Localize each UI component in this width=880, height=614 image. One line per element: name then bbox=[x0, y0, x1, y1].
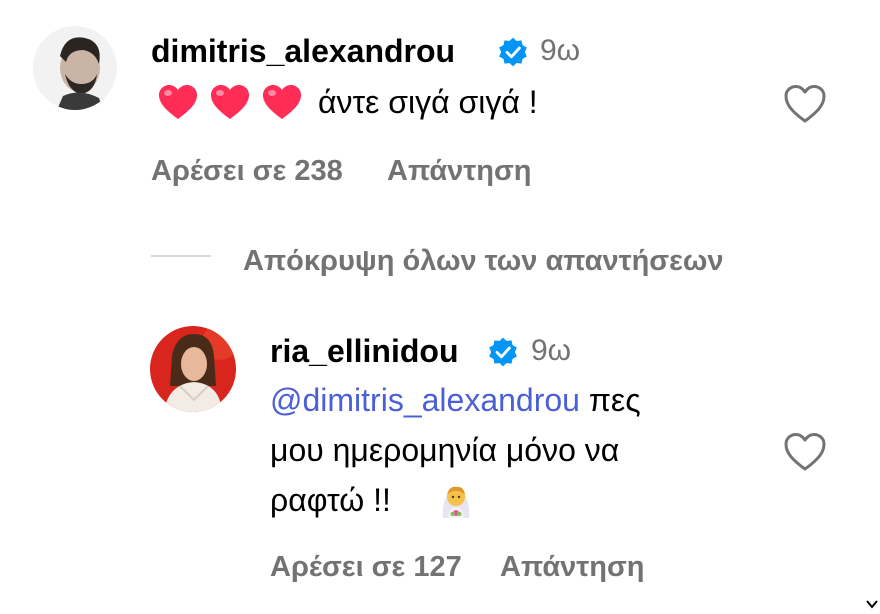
reply-text-line-2: μου ημερομηνία μόνο να bbox=[270, 432, 620, 468]
comment-username[interactable]: dimitris_alexandrou bbox=[151, 31, 455, 71]
reply-button[interactable]: Απάντηση bbox=[500, 549, 645, 585]
mention-link[interactable]: @dimitris_alexandrou bbox=[270, 382, 580, 418]
reply-username[interactable]: ria_ellinidou bbox=[270, 331, 458, 371]
comment-timestamp[interactable]: 9ω bbox=[540, 31, 580, 71]
username-link[interactable]: dimitris_alexandrou bbox=[151, 33, 455, 69]
reply-item: ria_ellinidou 9ω @dimitris_alexandrou πε… bbox=[0, 310, 880, 610]
verified-badge-icon bbox=[487, 336, 519, 373]
username-link[interactable]: ria_ellinidou bbox=[270, 333, 458, 369]
person-with-veil-emoji-icon bbox=[437, 482, 475, 523]
like-count-link[interactable]: Αρέσει σε 238 bbox=[151, 153, 343, 189]
like-heart-icon[interactable] bbox=[783, 432, 827, 472]
reply-text: ραφτώ !! bbox=[270, 482, 391, 518]
like-count-link[interactable]: Αρέσει σε 127 bbox=[270, 549, 462, 585]
reply-button[interactable]: Απάντηση bbox=[387, 153, 532, 189]
comment-text: άντε σιγά σιγά ! bbox=[318, 84, 538, 120]
chevron-down-icon[interactable] bbox=[866, 596, 878, 614]
replies-divider bbox=[151, 255, 211, 257]
red-heart-emoji-icon bbox=[158, 85, 198, 126]
avatar[interactable] bbox=[150, 326, 236, 412]
reply-text-line-1: @dimitris_alexandrou πες bbox=[270, 378, 641, 422]
red-heart-emoji-icon bbox=[262, 85, 302, 126]
reply-timestamp[interactable]: 9ω bbox=[531, 331, 571, 371]
hide-replies-button[interactable]: Απόκρυψη όλων των απαντήσεων bbox=[243, 243, 724, 279]
like-heart-icon[interactable] bbox=[783, 84, 827, 124]
red-heart-emoji-icon bbox=[210, 85, 250, 126]
reply-text-line-3: ραφτώ !! bbox=[270, 478, 391, 522]
verified-badge-icon bbox=[497, 36, 529, 73]
comment-item: dimitris_alexandrou 9ω άντε σιγά σιγά ! … bbox=[0, 0, 880, 200]
reply-text: πες bbox=[579, 382, 641, 418]
avatar[interactable] bbox=[33, 26, 117, 110]
